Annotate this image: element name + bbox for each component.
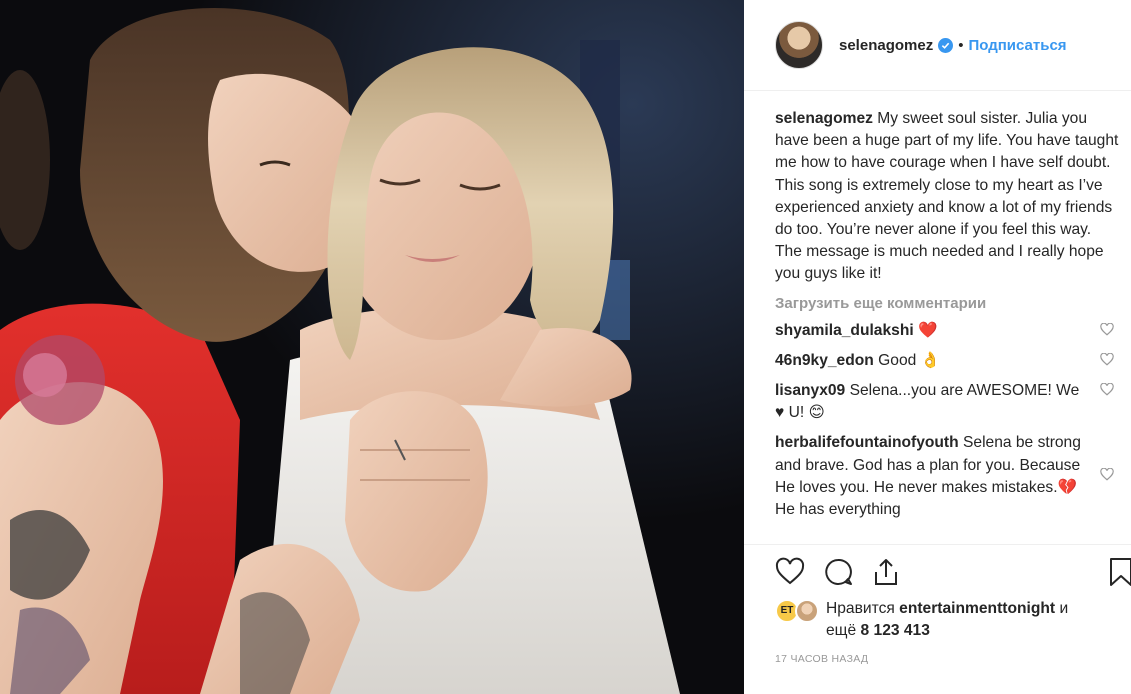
comment-item: shyamila_dulakshi ❤️ <box>775 320 1120 342</box>
comment-item: 46n9ky_edon Good 👌 <box>775 350 1120 372</box>
comment-username[interactable]: 46n9ky_edon <box>775 352 874 369</box>
load-more-comments-button[interactable]: Загрузить еще комментарии <box>775 295 1120 312</box>
post-photo-illustration <box>0 0 744 694</box>
liker-avatars[interactable]: ET <box>775 599 821 623</box>
author-username[interactable]: selenagomez <box>839 37 933 54</box>
comment-username[interactable]: herbalifefountainofyouth <box>775 434 959 451</box>
header-separator: • <box>958 36 964 54</box>
comment-like-heart-icon[interactable] <box>1100 322 1114 336</box>
likes-conjunction: и <box>1059 600 1069 617</box>
follow-button[interactable]: Подписаться <box>968 37 1066 54</box>
likes-more-prefix: ещё <box>826 622 857 639</box>
comment-like-heart-icon[interactable] <box>1100 468 1114 481</box>
likes-count[interactable]: 8 123 413 <box>861 622 930 639</box>
comment-item: herbalifefountainofyouth Selena be stron… <box>775 432 1120 521</box>
actions-divider <box>744 544 1131 545</box>
post-side-panel: selenagomez • Подписаться selenagomez My… <box>744 0 1131 694</box>
speech-bubble-icon[interactable] <box>822 556 854 588</box>
comment-text: Good 👌 <box>878 351 941 369</box>
likes-prefix: Нравится <box>826 600 895 617</box>
post-actions-bar <box>774 556 902 588</box>
verified-badge-icon <box>938 37 954 53</box>
comment-username[interactable]: lisanyx09 <box>775 382 845 399</box>
likes-summary: ET Нравится entertainmenttonight и ещё 8… <box>775 598 1125 642</box>
comment-item: lisanyx09 Selena...you are AWESOME! We ♥… <box>775 380 1120 424</box>
heart-outline-icon[interactable] <box>774 556 806 588</box>
comment-like-heart-icon[interactable] <box>1100 352 1114 366</box>
caption-text: My sweet soul sister. Julia you have bee… <box>775 110 1119 283</box>
share-icon[interactable] <box>870 556 902 588</box>
comments-section[interactable]: selenagomez My sweet soul sister. Julia … <box>775 108 1120 544</box>
author-avatar[interactable] <box>775 21 823 69</box>
post-header: selenagomez • Подписаться <box>744 0 1131 91</box>
comment-username[interactable]: shyamila_dulakshi <box>775 322 914 339</box>
comment-text: ❤️ <box>918 321 938 339</box>
liker-avatar <box>795 599 819 623</box>
post-caption: selenagomez My sweet soul sister. Julia … <box>775 108 1120 286</box>
post-photo[interactable] <box>0 0 744 694</box>
likes-text: Нравится entertainmenttonight и ещё 8 12… <box>775 598 1125 642</box>
liker-username[interactable]: entertainmenttonight <box>899 600 1055 617</box>
bookmark-icon[interactable] <box>1106 556 1131 588</box>
comment-like-heart-icon[interactable] <box>1100 383 1114 396</box>
post-timestamp[interactable]: 17 ЧАСОВ НАЗАД <box>775 653 868 665</box>
caption-username[interactable]: selenagomez <box>775 110 873 127</box>
